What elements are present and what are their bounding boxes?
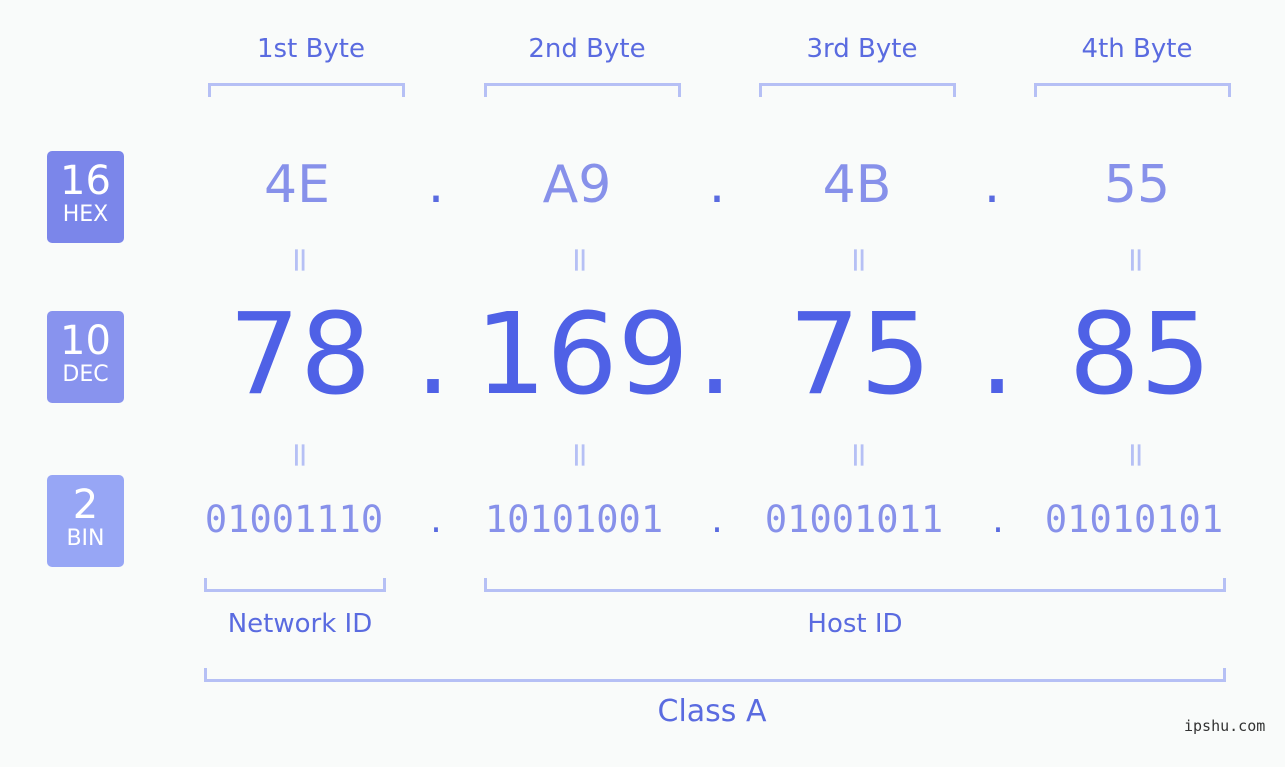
byte-header-2: 2nd Byte xyxy=(528,34,646,64)
hex-badge-label: HEX xyxy=(62,202,109,227)
hex-dot-3: . xyxy=(983,155,1001,215)
equals-sign: = xyxy=(839,245,879,275)
watermark: ipshu.com xyxy=(1184,717,1266,735)
hex-byte-2: A9 xyxy=(542,155,612,215)
dec-badge: 10 DEC xyxy=(47,311,124,403)
bin-badge: 2 BIN xyxy=(47,475,124,567)
bin-byte-2: 10101001 xyxy=(484,498,664,541)
bin-byte-4: 01010101 xyxy=(1044,498,1224,541)
class-label: Class A xyxy=(657,694,767,729)
hex-badge-base: 16 xyxy=(60,158,111,204)
byte-bracket-3 xyxy=(759,83,956,97)
hex-dot-2: . xyxy=(708,155,726,215)
hex-byte-4: 55 xyxy=(1103,155,1171,215)
byte-bracket-4 xyxy=(1034,83,1231,97)
equals-sign: = xyxy=(560,245,600,275)
equals-sign: = xyxy=(560,440,600,470)
dec-byte-2: 169 xyxy=(475,290,689,420)
bin-dot-1: . xyxy=(430,498,442,541)
dec-byte-1: 78 xyxy=(228,290,372,420)
equals-sign: = xyxy=(1116,245,1156,275)
equals-sign: = xyxy=(280,245,320,275)
class-bracket xyxy=(204,668,1226,682)
network-id-bracket xyxy=(204,578,386,592)
bin-badge-label: BIN xyxy=(66,526,105,551)
hex-byte-1: 4E xyxy=(264,155,330,215)
dec-badge-base: 10 xyxy=(60,318,111,364)
host-id-bracket xyxy=(484,578,1226,592)
dec-byte-4: 85 xyxy=(1068,290,1212,420)
equals-sign: = xyxy=(1116,440,1156,470)
byte-header-3: 3rd Byte xyxy=(806,34,918,64)
equals-sign: = xyxy=(839,440,879,470)
bin-dot-2: . xyxy=(711,498,723,541)
hex-dot-1: . xyxy=(427,155,445,215)
dec-badge-label: DEC xyxy=(62,362,109,387)
byte-bracket-2 xyxy=(484,83,681,97)
network-id-label: Network ID xyxy=(227,609,373,639)
bin-byte-1: 01001110 xyxy=(204,498,384,541)
dec-byte-3: 75 xyxy=(788,290,932,420)
bin-badge-base: 2 xyxy=(72,482,99,528)
host-id-label: Host ID xyxy=(807,609,903,639)
bin-dot-3: . xyxy=(992,498,1004,541)
hex-badge: 16 HEX xyxy=(47,151,124,243)
byte-header-1: 1st Byte xyxy=(257,34,365,64)
byte-bracket-1 xyxy=(208,83,405,97)
bin-byte-3: 01001011 xyxy=(764,498,944,541)
equals-sign: = xyxy=(280,440,320,470)
hex-byte-3: 4B xyxy=(822,155,892,215)
byte-header-4: 4th Byte xyxy=(1081,34,1193,64)
dec-dot-1: . xyxy=(415,290,451,420)
